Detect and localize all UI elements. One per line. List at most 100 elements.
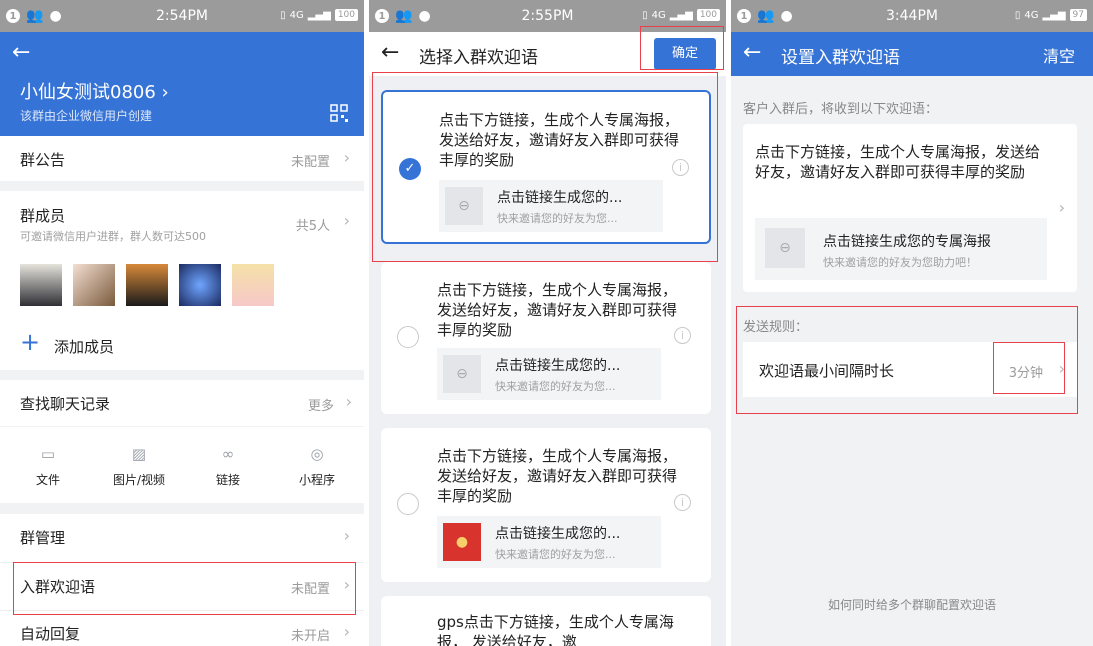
- battery-level: 97: [1069, 9, 1087, 21]
- chevron-right-icon: ›: [343, 526, 350, 545]
- welcome-preview-card[interactable]: 点击下方链接，生成个人专属海报，发送给好友，邀请好友入群即可获得丰厚的奖励 › …: [743, 124, 1077, 292]
- intro-text: 客户入群后，将收到以下欢迎语：: [743, 102, 939, 117]
- battery-level: 100: [334, 9, 358, 21]
- shortcut-images[interactable]: ▨ 图片/视频: [103, 445, 175, 488]
- signal-icon: ▂▄▆: [669, 9, 693, 21]
- welcome-option[interactable]: 点击下方链接，生成个人专属海报， 发送给好友，邀请好友入群即可获得丰厚的奖励 i…: [381, 262, 711, 414]
- unchecked-radio-icon[interactable]: [397, 493, 419, 515]
- shortcut-label: 小程序: [298, 473, 335, 487]
- welcome-option[interactable]: 点击下方链接，生成个人专属海报， 发送给好友，邀请好友入群即可获得丰厚的奖励 i…: [381, 428, 711, 582]
- set-welcome-screen: 1 👥 ● 3:44PM ▯ 4G ▂▄▆ 97 ← 设置入群欢迎语 清空 客户入群后，将…: [731, 0, 1093, 646]
- chevron-right-icon: ›: [343, 148, 350, 167]
- back-arrow-icon[interactable]: ←: [12, 40, 30, 66]
- image-icon: ▨: [131, 445, 147, 463]
- mini-program-icon: ◎: [310, 445, 324, 463]
- link-card: ⊖ 点击链接生成您的... 快来邀请您的好友为您...: [437, 348, 661, 400]
- chevron-right-icon: ›: [345, 392, 352, 411]
- welcome-text: 点击下方链接，生成个人专属海报， 发送给好友，邀请好友入群即可获得丰厚的奖励: [437, 281, 678, 339]
- link-icon: ⊖: [765, 228, 805, 268]
- page-title: 选择入群欢迎语: [419, 48, 538, 68]
- group-name[interactable]: 小仙女测试0806 ›: [20, 78, 169, 104]
- link-title: 点击链接生成您的...: [495, 526, 621, 542]
- qr-code-icon[interactable]: [330, 104, 348, 122]
- clear-button[interactable]: 清空: [1043, 43, 1075, 67]
- signal-icon: ▂▄▆: [307, 9, 331, 21]
- vibrate-icon: ▯: [1014, 9, 1021, 21]
- link-title: 点击链接生成您的...: [495, 358, 621, 374]
- announcement-row[interactable]: 群公告 未配置 ›: [0, 136, 364, 181]
- link-icon: ⊖: [443, 355, 481, 393]
- link-icon: ∞: [221, 445, 235, 463]
- status-bar: 1 👥 ● 3:44PM ▯ 4G ▂▄▆ 97: [731, 0, 1093, 32]
- welcome-text: 点击下方链接，生成个人专属海报， 发送给好友，邀请好友入群即可获得丰厚的奖励: [437, 447, 678, 505]
- avatar[interactable]: [179, 264, 221, 306]
- member-count[interactable]: 共5人: [296, 215, 330, 234]
- shortcut-mini-programs[interactable]: ◎ 小程序: [285, 445, 349, 488]
- info-icon[interactable]: i: [674, 327, 691, 344]
- unchecked-radio-icon[interactable]: [397, 326, 419, 348]
- auto-reply-row[interactable]: 自动回复 未开启 ›: [0, 610, 364, 646]
- shortcut-grid: ▭ 文件 ▨ 图片/视频 ∞ 链接 ◎ 小程序: [0, 427, 364, 503]
- welcome-option[interactable]: gps点击下方链接，生成个人专属海报， 发送给好友，邀: [381, 596, 711, 646]
- network-label: 4G: [1024, 9, 1039, 21]
- plus-icon: +: [20, 328, 41, 356]
- multi-group-help-link[interactable]: 如何同时给多个群聊配置欢迎语: [731, 596, 1093, 613]
- highlight-box: [640, 26, 724, 70]
- shortcut-label: 链接: [215, 473, 240, 487]
- members-label: 群成员: [20, 207, 66, 225]
- chat-history-label: 查找聊天记录: [20, 395, 111, 413]
- members-subtitle: 可邀请微信用户进群，群人数可达500: [20, 230, 206, 243]
- add-member-row[interactable]: + 添加成员: [0, 318, 364, 370]
- highlight-box: [372, 72, 718, 262]
- group-manage-label: 群管理: [20, 529, 66, 547]
- group-info-screen: 1 👥 ● 2:54PM ▯ 4G ▂▄▆ 100 ← 小仙女测试0806 › 该群由企业…: [0, 0, 364, 646]
- shortcut-label: 图片/视频: [112, 473, 166, 487]
- avatar[interactable]: [232, 264, 274, 306]
- link-card: ⊖ 点击链接生成您的专属海报 快来邀请您的好友为您助力吧！: [755, 218, 1047, 280]
- shortcut-files[interactable]: ▭ 文件: [16, 445, 80, 488]
- link-subtitle: 快来邀请您的好友为您助力吧！: [823, 256, 977, 269]
- highlight-box: [13, 562, 356, 615]
- signal-icon: ▂▄▆: [1042, 9, 1066, 21]
- chevron-right-icon: ›: [1058, 198, 1065, 217]
- link-card: ● 点击链接生成您的... 快来邀请您的好友为您...: [437, 516, 661, 568]
- avatar[interactable]: [20, 264, 62, 306]
- more-link[interactable]: 更多: [308, 395, 334, 414]
- info-icon[interactable]: i: [674, 494, 691, 511]
- add-member-label: 添加成员: [54, 338, 115, 356]
- avatar[interactable]: [126, 264, 168, 306]
- shortcut-links[interactable]: ∞ 链接: [196, 445, 260, 488]
- chat-history-row[interactable]: 查找聊天记录 更多 ›: [0, 380, 364, 426]
- back-arrow-icon[interactable]: ←: [381, 40, 399, 66]
- battery-level: 100: [696, 9, 720, 21]
- back-arrow-icon[interactable]: ←: [743, 40, 761, 66]
- link-subtitle: 快来邀请您的好友为您...: [495, 380, 616, 393]
- group-header: ← 小仙女测试0806 › 该群由企业微信用户创建: [0, 32, 364, 136]
- shortcut-label: 文件: [35, 473, 60, 487]
- welcome-text: 点击下方链接，生成个人专属海报，发送给好友，邀请好友入群即可获得丰厚的奖励: [755, 143, 1041, 181]
- chevron-right-icon: ›: [343, 211, 350, 230]
- red-packet-icon: ●: [443, 523, 481, 561]
- announcement-value: 未配置: [290, 155, 330, 170]
- app-bar: ← 设置入群欢迎语 清空: [731, 32, 1093, 76]
- network-label: 4G: [289, 9, 304, 21]
- chevron-right-icon: ›: [343, 622, 350, 641]
- link-title: 点击链接生成您的专属海报: [823, 234, 991, 250]
- auto-reply-label: 自动回复: [20, 625, 81, 643]
- welcome-text: gps点击下方链接，生成个人专属海报， 发送给好友，邀: [437, 613, 674, 646]
- highlight-box: [736, 306, 1078, 414]
- folder-icon: ▭: [40, 445, 56, 463]
- avatar[interactable]: [73, 264, 115, 306]
- status-bar: 1 👥 ● 2:54PM ▯ 4G ▂▄▆ 100: [0, 0, 364, 32]
- select-welcome-screen: 1 👥 ● 2:55PM ▯ 4G ▂▄▆ 100 ← 选择入群欢迎语 确定 ✓ 点击下方…: [369, 0, 726, 646]
- vibrate-icon: ▯: [280, 9, 286, 21]
- link-subtitle: 快来邀请您的好友为您...: [495, 548, 616, 561]
- group-manage-row[interactable]: 群管理 ›: [0, 514, 364, 560]
- group-subtitle: 该群由企业微信用户创建: [20, 109, 153, 123]
- vibrate-icon: ▯: [642, 9, 648, 21]
- page-title: 设置入群欢迎语: [781, 48, 900, 68]
- auto-reply-value: 未开启: [290, 629, 330, 644]
- members-section: 群成员 可邀请微信用户进群，群人数可达500 共5人 ›: [0, 191, 364, 318]
- announcement-label: 群公告: [20, 151, 66, 169]
- network-label: 4G: [651, 9, 666, 21]
